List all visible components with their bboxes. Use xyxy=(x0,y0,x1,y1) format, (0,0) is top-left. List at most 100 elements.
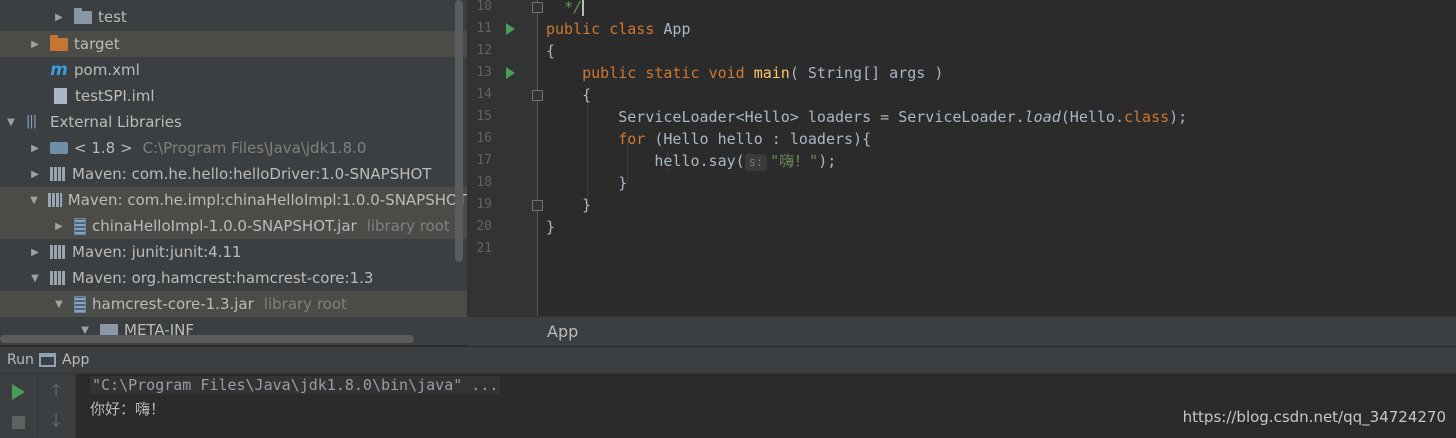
expand-arrow-icon[interactable]: ▶ xyxy=(52,12,66,23)
tree-item-hint: library root xyxy=(366,217,450,235)
collapse-arrow-icon[interactable]: ▼ xyxy=(28,273,42,284)
tree-item-label: Maven: org.hamcrest:hamcrest-core:1.3 xyxy=(72,269,374,287)
fold-marker-icon[interactable] xyxy=(532,90,543,101)
expand-arrow-icon[interactable]: ▶ xyxy=(52,221,66,232)
rerun-button[interactable] xyxy=(4,378,32,406)
tree-item-jdk[interactable]: ▶ < 1.8 > C:\Program Files\Java\jdk1.8.0 xyxy=(0,135,467,161)
collapse-arrow-icon[interactable]: ▼ xyxy=(28,195,40,206)
line-number: 13 xyxy=(476,65,492,80)
tree-item-test[interactable]: ▶ test xyxy=(0,4,467,30)
tree-item-label: pom.xml xyxy=(74,61,140,79)
expand-arrow-icon[interactable]: ▶ xyxy=(28,247,42,258)
line-number: 11 xyxy=(476,21,492,36)
code-line-12: { xyxy=(546,42,556,60)
line-number: 21 xyxy=(476,241,492,256)
tree-item-library[interactable]: ▶ Maven: junit:junit:4.11 xyxy=(0,239,467,265)
tree-item-label: Maven: com.he.hello:helloDriver:1.0-SNAP… xyxy=(72,165,432,183)
console-command-line[interactable]: "C:\Program Files\Java\jdk1.8.0\bin\java… xyxy=(90,376,501,394)
line-number: 20 xyxy=(476,219,492,234)
libraries-icon: ||| xyxy=(26,114,37,129)
line-number: 14 xyxy=(476,87,492,102)
folder-icon xyxy=(50,34,68,51)
tree-item-label: chinaHelloImpl-1.0.0-SNAPSHOT.jar xyxy=(92,217,357,235)
run-config-tab[interactable]: App xyxy=(62,352,89,368)
toolbar-divider xyxy=(37,376,38,436)
code-line-13: public static void main( String[] args ) xyxy=(582,64,944,82)
jdk-icon xyxy=(50,142,68,154)
breadcrumb-item[interactable]: App xyxy=(547,322,578,341)
stop-icon xyxy=(11,415,25,429)
arrow-up-icon: 🡑 xyxy=(51,380,61,401)
line-number: 19 xyxy=(476,197,492,212)
tree-item-label: Maven: junit:junit:4.11 xyxy=(72,243,242,261)
tree-item-library[interactable]: ▼ Maven: org.hamcrest:hamcrest-core:1.3 xyxy=(0,265,467,291)
code-line-15: ServiceLoader<Hello> loaders = ServiceLo… xyxy=(618,108,1188,126)
fold-marker-icon[interactable] xyxy=(532,200,543,211)
expand-arrow-icon[interactable]: ▶ xyxy=(28,39,42,50)
tree-item-label: External Libraries xyxy=(50,113,182,131)
line-number: 10 xyxy=(476,0,492,14)
code-line-17: hello.say(s: "嗨！"); xyxy=(654,152,837,171)
maven-icon: m xyxy=(50,60,68,80)
tree-item-label: < 1.8 > xyxy=(74,139,133,157)
scroll-up-button[interactable]: 🡑 xyxy=(42,378,70,406)
tree-item-external-libraries[interactable]: ▼ ||| External Libraries xyxy=(0,109,467,135)
folder-icon xyxy=(74,7,92,24)
library-icon xyxy=(50,271,66,285)
line-number: 12 xyxy=(476,43,492,58)
code-line-10: */ xyxy=(564,0,585,16)
code-line-19: } xyxy=(582,196,592,214)
run-gutter-icon[interactable] xyxy=(506,23,515,35)
scroll-down-button[interactable]: 🡓 xyxy=(42,408,70,436)
fold-marker-icon[interactable] xyxy=(532,2,543,13)
run-tab-title[interactable]: Run xyxy=(7,352,34,368)
collapse-arrow-icon[interactable]: ▼ xyxy=(4,117,18,128)
line-number: 16 xyxy=(476,131,492,146)
code-line-20: } xyxy=(546,218,556,236)
tree-item-hint: C:\Program Files\Java\jdk1.8.0 xyxy=(142,139,367,157)
tree-item-label: target xyxy=(74,35,120,53)
tree-item-library[interactable]: ▶ Maven: com.he.hello:helloDriver:1.0-SN… xyxy=(0,161,467,187)
tree-item-library[interactable]: ▼ Maven: com.he.impl:chinaHelloImpl:1.0.… xyxy=(0,187,467,213)
code-line-18: } xyxy=(618,174,628,192)
library-icon xyxy=(48,193,62,207)
code-line-11: public class App xyxy=(546,20,691,38)
tree-item-label: testSPI.iml xyxy=(75,87,155,105)
parameter-hint: s: xyxy=(744,154,768,171)
tree-item-label: hamcrest-core-1.3.jar xyxy=(92,295,254,313)
line-number: 18 xyxy=(476,175,492,190)
project-tool-window: ▶ test ▶ target m pom.xml testSPI.iml ▼ … xyxy=(0,0,467,345)
collapse-arrow-icon[interactable]: ▼ xyxy=(78,325,92,336)
application-config-icon xyxy=(39,353,56,367)
tree-item-target[interactable]: ▶ target xyxy=(0,31,467,57)
tree-item-hint: library root xyxy=(263,295,347,313)
tree-item-testspi-iml[interactable]: testSPI.iml xyxy=(0,83,467,109)
file-icon xyxy=(54,88,67,104)
tree-item-pom-xml[interactable]: m pom.xml xyxy=(0,57,467,83)
horizontal-scrollbar[interactable] xyxy=(0,335,414,343)
code-line-16: for (Hello hello : loaders){ xyxy=(618,130,872,148)
tree-item-label: test xyxy=(98,8,127,26)
stop-button[interactable] xyxy=(4,408,32,436)
line-number: 15 xyxy=(476,109,492,124)
run-gutter-icon[interactable] xyxy=(506,67,515,79)
collapse-arrow-icon[interactable]: ▼ xyxy=(52,299,66,310)
tree-item-jar[interactable]: ▶ chinaHelloImpl-1.0.0-SNAPSHOT.jar libr… xyxy=(0,213,467,239)
tree-item-jar[interactable]: ▼ hamcrest-core-1.3.jar library root xyxy=(0,291,467,317)
expand-arrow-icon[interactable]: ▶ xyxy=(28,143,42,154)
library-icon xyxy=(50,167,66,181)
vertical-scrollbar[interactable] xyxy=(455,0,463,262)
expand-arrow-icon[interactable]: ▶ xyxy=(28,169,42,180)
run-toolbar: 🡑 🡓 xyxy=(0,374,76,438)
console-output-line: 你好：嗨！ xyxy=(90,400,166,418)
run-tool-window-header: Run App xyxy=(0,346,1456,374)
watermark-text: https://blog.csdn.net/qq_34724270 xyxy=(1182,408,1446,426)
code-editor[interactable]: 10 11 12 13 14 15 16 17 18 19 20 21 */ p… xyxy=(467,0,1456,316)
run-console[interactable]: "C:\Program Files\Java\jdk1.8.0\bin\java… xyxy=(76,374,1456,438)
play-icon xyxy=(11,384,25,400)
jar-icon xyxy=(74,295,86,313)
tree-item-label: Maven: com.he.impl:chinaHelloImpl:1.0.0-… xyxy=(67,191,467,209)
text-caret xyxy=(582,0,585,16)
line-number: 17 xyxy=(476,153,492,168)
library-icon xyxy=(50,245,66,259)
